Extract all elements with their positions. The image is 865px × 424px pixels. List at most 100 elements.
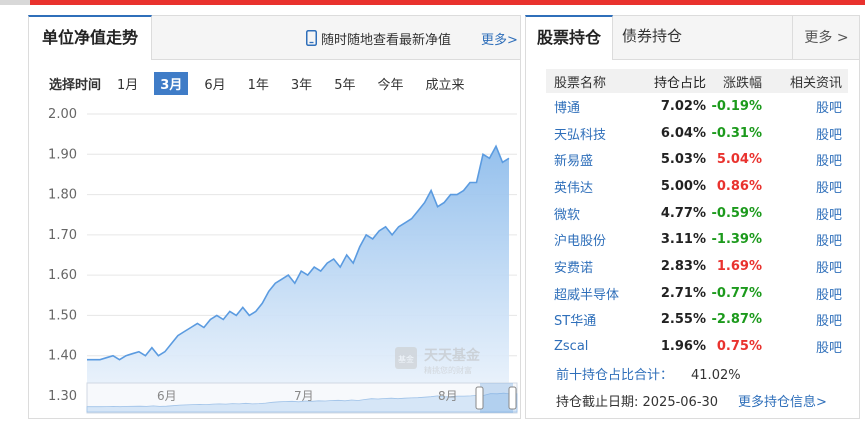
stock-forum-link[interactable]: 股吧 [816, 261, 842, 276]
table-row: ST华通 2.55% -2.87% 股吧 [546, 307, 848, 334]
navigator-right-handle[interactable] [508, 386, 517, 410]
range-5y-button[interactable]: 5年 [328, 72, 361, 95]
table-row: 超威半导体 2.71% -0.77% 股吧 [546, 280, 848, 307]
col-news: 相关资讯 [762, 69, 848, 93]
y-tick-label: 1.30 [48, 389, 77, 404]
table-row: 新易盛 5.03% 5.04% 股吧 [546, 146, 848, 173]
nav-trend-panel: 单位净值走势 随时随地查看最新净值 更多> 选择时间 1月 3月 6月 1年 3… [28, 15, 521, 419]
watermark-subtitle: 精挑您的财富 [424, 365, 472, 375]
stock-name-link[interactable]: 安费诺 [554, 261, 593, 276]
holding-ratio: 2.71% [660, 285, 706, 301]
stock-name-link[interactable]: 英伟达 [554, 181, 593, 196]
tab-bond-holdings[interactable]: 债券持仓 [622, 25, 682, 46]
top10-summary-label: 前十持仓占比合计： [556, 368, 674, 383]
navigator-selection[interactable] [480, 383, 513, 413]
stock-name-link[interactable]: 新易盛 [554, 154, 593, 169]
range-3m-button[interactable]: 3月 [154, 72, 189, 95]
navigator-left-handle[interactable] [475, 386, 484, 410]
nav-panel-title[interactable]: 单位净值走势 [28, 15, 152, 60]
mobile-nav-link[interactable]: 随时随地查看最新净值 [306, 28, 451, 48]
price-change: -2.87% [711, 312, 763, 328]
stock-name-link[interactable]: Zscal [554, 339, 588, 354]
stock-forum-link[interactable]: 股吧 [816, 101, 842, 116]
holding-ratio: 6.04% [660, 125, 706, 141]
holdings-table-header: 股票名称 持仓占比 涨跌幅 相关资讯 [546, 69, 848, 93]
table-row: 微软 4.77% -0.59% 股吧 [546, 200, 848, 227]
stock-forum-link[interactable]: 股吧 [816, 208, 842, 223]
chart-navigator[interactable]: 6月 7月 8月 [86, 382, 518, 414]
y-tick-label: 2.00 [48, 107, 77, 122]
price-change: 5.04% [716, 152, 762, 168]
stock-forum-link[interactable]: 股吧 [816, 128, 842, 143]
holding-ratio: 5.00% [660, 178, 706, 194]
price-change: -0.59% [711, 205, 763, 221]
stock-forum-link[interactable]: 股吧 [816, 234, 842, 249]
stock-forum-link[interactable]: 股吧 [816, 341, 842, 356]
top10-summary-value: 41.02% [691, 368, 741, 383]
holding-ratio: 2.83% [660, 258, 706, 274]
stock-name-link[interactable]: ST华通 [554, 314, 596, 329]
holding-ratio: 5.03% [660, 152, 706, 168]
holding-ratio: 1.96% [660, 339, 706, 355]
mobile-nav-link-label: 随时随地查看最新净值 [321, 32, 452, 48]
table-row: 安费诺 2.83% 1.69% 股吧 [546, 253, 848, 280]
range-1y-button[interactable]: 1年 [242, 72, 275, 95]
price-change: -0.31% [711, 125, 763, 141]
holdings-deadline: 持仓截止日期: 2025-06-30 [556, 395, 719, 410]
navigator-label-aug: 8月 [438, 389, 458, 403]
y-tick-label: 1.70 [48, 228, 77, 243]
holding-ratio: 2.55% [660, 312, 706, 328]
top-strip [0, 0, 865, 5]
table-row: Zscal 1.96% 0.75% 股吧 [546, 333, 848, 360]
stock-forum-link[interactable]: 股吧 [816, 314, 842, 329]
table-row: 英伟达 5.00% 0.86% 股吧 [546, 173, 848, 200]
holdings-panel-header: 股票持仓 债券持仓 更多 > [525, 15, 860, 60]
more-holdings-link[interactable]: 更多持仓信息> [738, 391, 827, 410]
navigator-label-jun: 6月 [157, 389, 177, 403]
stock-name-link[interactable]: 微软 [554, 208, 580, 223]
watermark-title: 天天基金 [424, 347, 481, 364]
holding-ratio: 3.11% [660, 232, 706, 248]
nav-more-link[interactable]: 更多> [481, 29, 518, 48]
watermark-badge: 基金 [398, 354, 414, 364]
stock-name-link[interactable]: 沪电股份 [554, 234, 606, 249]
stock-name-link[interactable]: 天弘科技 [554, 128, 606, 143]
stock-forum-link[interactable]: 股吧 [816, 181, 842, 196]
holdings-table: 股票名称 持仓占比 涨跌幅 相关资讯 博通 7.02% -0.19% 股吧 天弘科技 6.… [546, 69, 848, 360]
y-tick-label: 1.60 [48, 268, 77, 283]
top10-summary: 前十持仓占比合计： 41.02% [556, 364, 741, 383]
stock-forum-link[interactable]: 股吧 [816, 154, 842, 169]
holding-ratio: 4.77% [660, 205, 706, 221]
nav-chart: 2.00 1.90 1.80 1.70 1.60 1.50 1.40 1.30 基金 天天基金… [48, 107, 518, 414]
holdings-panel: 股票持仓 债券持仓 更多 > 股票名称 持仓占比 涨跌幅 相关资讯 博通 7.02… [525, 15, 860, 419]
col-stock-name: 股票名称 [546, 69, 642, 93]
range-3y-button[interactable]: 3年 [285, 72, 318, 95]
navigator-label-jul: 7月 [294, 389, 314, 403]
range-6m-button[interactable]: 6月 [198, 72, 231, 95]
range-ytd-button[interactable]: 今年 [371, 72, 409, 95]
table-row: 博通 7.02% -0.19% 股吧 [546, 93, 848, 120]
time-range-label: 选择时间 [49, 78, 102, 93]
tab-stock-holdings[interactable]: 股票持仓 [525, 15, 613, 60]
stock-name-link[interactable]: 博通 [554, 101, 580, 116]
price-change: -1.39% [711, 232, 763, 248]
stock-name-link[interactable]: 超威半导体 [554, 288, 619, 303]
top-strip-gray [0, 0, 30, 5]
price-change: 0.75% [716, 339, 762, 355]
holdings-more-link[interactable]: 更多 > [792, 16, 860, 60]
y-tick-label: 1.90 [48, 147, 77, 162]
stock-forum-link[interactable]: 股吧 [816, 288, 842, 303]
price-change: 1.69% [716, 258, 762, 274]
price-change: 0.86% [716, 178, 762, 194]
table-row: 沪电股份 3.11% -1.39% 股吧 [546, 226, 848, 253]
range-1m-button[interactable]: 1月 [111, 72, 144, 95]
top-strip-red [30, 0, 865, 5]
col-holding-ratio: 持仓占比 [642, 69, 706, 93]
phone-icon [306, 30, 317, 46]
price-change: -0.77% [711, 285, 763, 301]
table-row: 天弘科技 6.04% -0.31% 股吧 [546, 120, 848, 147]
price-change: -0.19% [711, 98, 763, 114]
range-since-inception-button[interactable]: 成立来 [419, 72, 470, 95]
y-tick-label: 1.40 [48, 349, 77, 364]
holding-ratio: 7.02% [660, 98, 706, 114]
